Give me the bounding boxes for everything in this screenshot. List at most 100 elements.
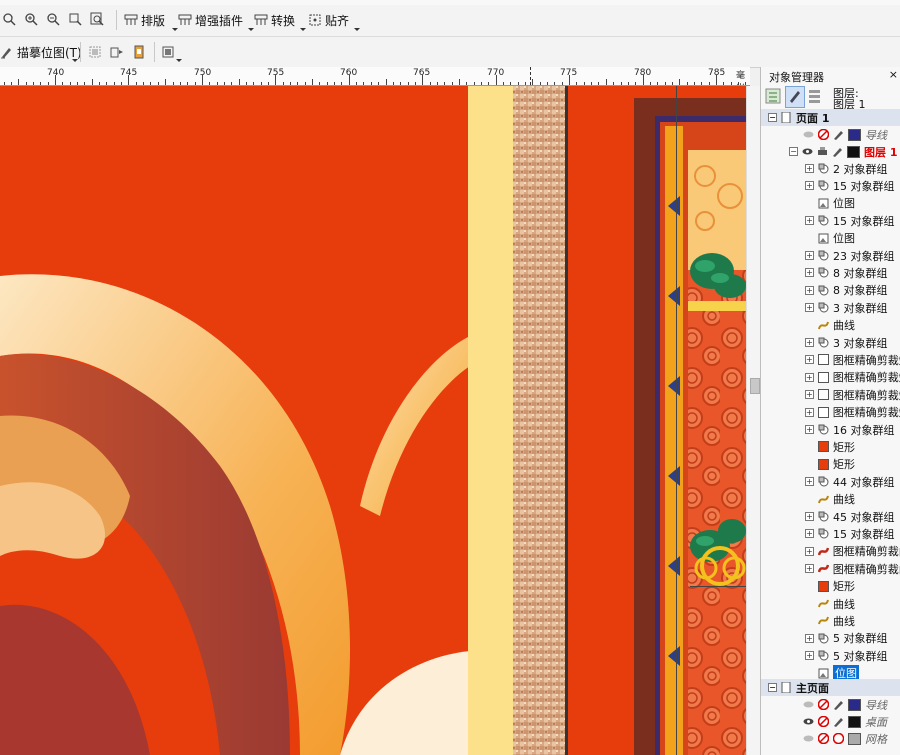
lock-disabled-icon[interactable]: [832, 732, 845, 745]
tree-object-item[interactable]: + 图框精确剪裁矩: [761, 404, 900, 421]
bitmap-mask-icon[interactable]: [162, 45, 176, 62]
tree-object-item[interactable]: +2 对象群组: [761, 160, 900, 177]
zoom-page-icon[interactable]: [90, 12, 104, 29]
tree-object-item[interactable]: +3 对象群组: [761, 334, 900, 351]
print-disabled-icon[interactable]: [817, 732, 830, 745]
layout-button[interactable]: 排版: [124, 9, 165, 31]
tree-layer-1[interactable]: − 图层 1: [761, 143, 900, 160]
tree-object-item[interactable]: 曲线: [761, 491, 900, 508]
zoom-out-icon[interactable]: [46, 12, 60, 29]
tree-object-item[interactable]: 曲线: [761, 595, 900, 612]
tree-master-guides[interactable]: 导线: [761, 696, 900, 713]
tree-object-item[interactable]: +5 对象群组: [761, 630, 900, 647]
snap-dropdown-arrow[interactable]: [354, 28, 360, 31]
mask-dropdown-arrow[interactable]: [176, 59, 182, 62]
collapse-icon[interactable]: −: [768, 113, 777, 122]
printer-icon[interactable]: [817, 146, 828, 157]
expand-icon[interactable]: +: [805, 390, 814, 400]
expand-icon[interactable]: +: [805, 338, 814, 347]
convert-dropdown-arrow[interactable]: [300, 28, 306, 31]
tree-guides-layer[interactable]: 导线: [761, 126, 900, 143]
tree-object-item[interactable]: 矩形: [761, 578, 900, 595]
horizontal-ruler[interactable]: 740 745 750 755 760 765 770 775 780 785 毫米: [0, 67, 750, 86]
expand-icon[interactable]: +: [805, 268, 814, 278]
tree-object-item[interactable]: 位图: [761, 195, 900, 212]
pencil-icon[interactable]: [833, 716, 844, 727]
print-disabled-icon[interactable]: [817, 128, 830, 141]
expand-icon[interactable]: +: [805, 651, 814, 661]
tree-object-item[interactable]: +45 对象群组: [761, 508, 900, 525]
expand-icon[interactable]: +: [805, 164, 814, 173]
tree-object-item[interactable]: 位图: [761, 230, 900, 247]
tree-object-item[interactable]: 矩形: [761, 438, 900, 455]
tree-object-item[interactable]: 曲线: [761, 317, 900, 334]
drawing-canvas[interactable]: [0, 86, 746, 755]
expand-icon[interactable]: +: [805, 285, 814, 295]
zoom-icon[interactable]: [2, 12, 16, 29]
tree-object-item[interactable]: + 图框精确剪裁曲: [761, 543, 900, 560]
convert-button[interactable]: 转换: [254, 9, 295, 31]
tree-object-item[interactable]: +16 对象群组: [761, 421, 900, 438]
collapse-icon[interactable]: −: [789, 147, 798, 156]
pencil-icon[interactable]: [833, 699, 844, 710]
print-disabled-icon[interactable]: [817, 715, 830, 728]
tree-object-item[interactable]: + 图框精确剪裁曲: [761, 560, 900, 577]
scrollbar-thumb[interactable]: [750, 378, 760, 394]
tree-object-item[interactable]: +5 对象群组: [761, 647, 900, 664]
resample-icon[interactable]: [110, 45, 124, 62]
eye-icon[interactable]: [803, 129, 814, 140]
zoom-in-icon[interactable]: [24, 12, 38, 29]
tree-object-item[interactable]: + 图框精确剪裁矩: [761, 386, 900, 403]
layer-manager-view-icon[interactable]: [807, 87, 823, 108]
tree-object-item[interactable]: +8 对象群组: [761, 264, 900, 281]
expand-icon[interactable]: +: [805, 633, 814, 643]
crop-bitmap-icon[interactable]: [88, 45, 102, 62]
expand-icon[interactable]: +: [805, 251, 814, 260]
tree-object-item[interactable]: 曲线: [761, 612, 900, 629]
tree-object-item[interactable]: +3 对象群组: [761, 299, 900, 316]
expand-icon[interactable]: +: [805, 512, 814, 521]
close-docker-button[interactable]: ×: [889, 68, 898, 81]
expand-icon[interactable]: +: [805, 372, 814, 382]
tree-object-item[interactable]: +44 对象群组: [761, 473, 900, 490]
edit-across-layers-icon[interactable]: [785, 86, 805, 108]
eye-icon[interactable]: [803, 699, 814, 710]
tree-object-item[interactable]: +23 对象群组: [761, 247, 900, 264]
tree-object-item[interactable]: + 图框精确剪裁矩: [761, 369, 900, 386]
expand-icon[interactable]: +: [805, 216, 814, 226]
tree-object-item[interactable]: + 图框精确剪裁矩: [761, 351, 900, 368]
tree-object-item[interactable]: +15 对象群组: [761, 177, 900, 194]
pencil-icon[interactable]: [832, 146, 843, 157]
pencil-icon[interactable]: [833, 129, 844, 140]
expand-icon[interactable]: +: [805, 477, 814, 487]
trace-bitmap-button[interactable]: 描摹位图(T): [0, 41, 82, 63]
tree-object-item[interactable]: +15 对象群组: [761, 525, 900, 542]
zoom-selected-icon[interactable]: [68, 12, 82, 29]
plugin-button[interactable]: 增强插件: [178, 9, 243, 31]
eye-icon[interactable]: [802, 146, 813, 157]
tree-master-page[interactable]: − 主页面: [761, 679, 900, 696]
show-properties-icon[interactable]: [765, 87, 781, 108]
expand-icon[interactable]: +: [805, 181, 814, 191]
tree-object-item[interactable]: 矩形: [761, 456, 900, 473]
bitmap-edit-icon[interactable]: [132, 45, 146, 62]
eye-icon[interactable]: [803, 716, 814, 727]
expand-icon[interactable]: +: [805, 355, 814, 365]
print-disabled-icon[interactable]: [817, 698, 830, 711]
eye-icon[interactable]: [803, 733, 814, 744]
expand-icon[interactable]: +: [805, 546, 814, 556]
tree-page-1[interactable]: − 页面 1: [761, 109, 900, 126]
expand-icon[interactable]: +: [805, 564, 814, 574]
collapse-icon[interactable]: −: [768, 683, 777, 692]
snap-button[interactable]: 贴齐: [308, 9, 349, 31]
expand-icon[interactable]: +: [805, 407, 814, 417]
tree-desktop[interactable]: 桌面: [761, 713, 900, 730]
tree-object-item[interactable]: +8 对象群组: [761, 282, 900, 299]
expand-icon[interactable]: +: [805, 529, 814, 539]
trace-dropdown-arrow[interactable]: [72, 59, 78, 62]
expand-icon[interactable]: +: [805, 425, 814, 434]
expand-icon[interactable]: +: [805, 303, 814, 313]
tree-object-item[interactable]: +15 对象群组: [761, 212, 900, 229]
vertical-scrollbar[interactable]: [746, 86, 761, 755]
tree-grid[interactable]: 网格: [761, 730, 900, 747]
